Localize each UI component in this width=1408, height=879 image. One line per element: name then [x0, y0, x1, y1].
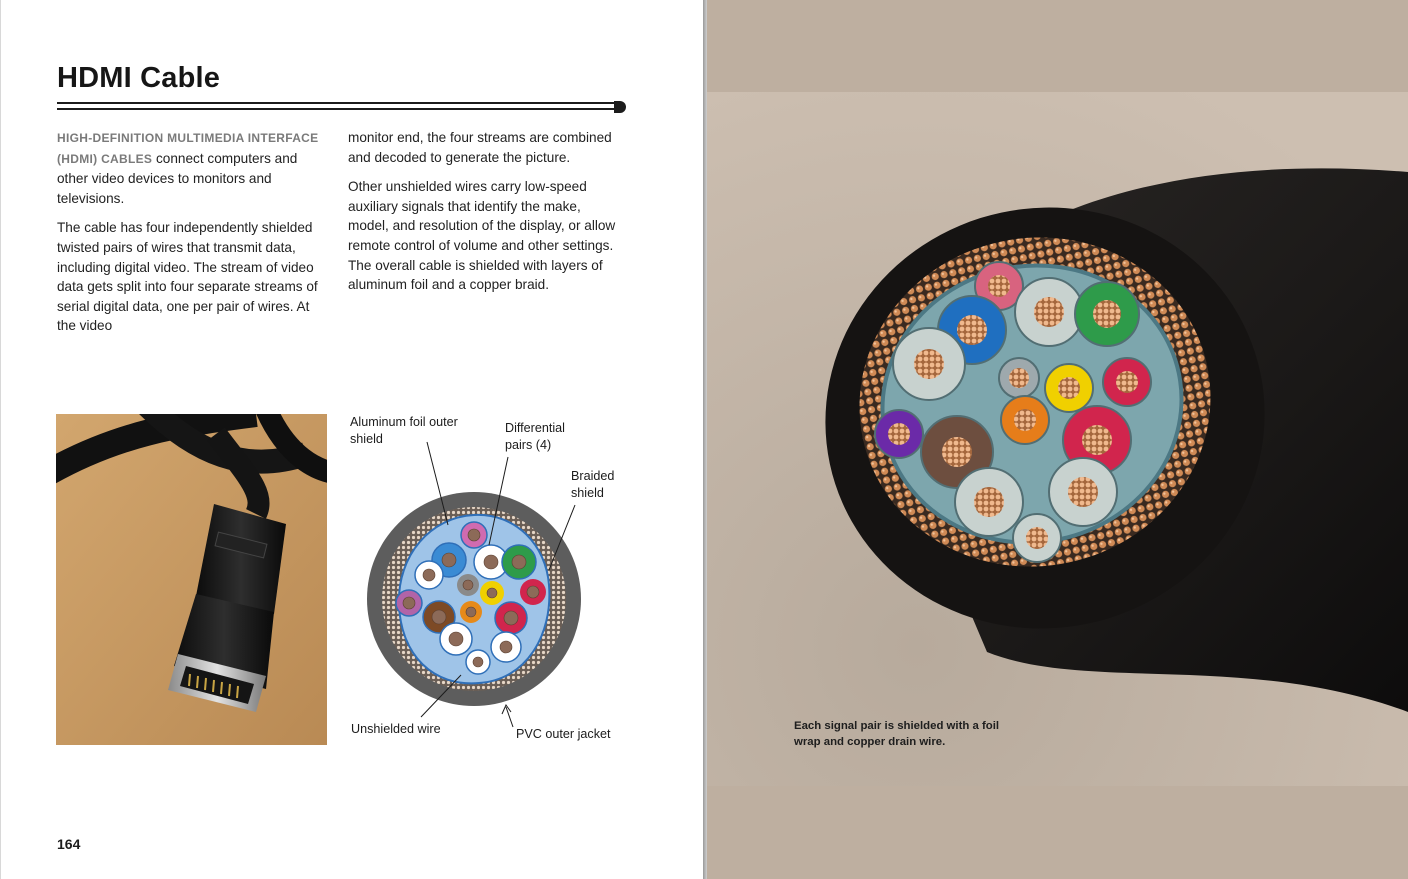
hdmi-connector-photo — [56, 414, 327, 745]
left-page: HDMI Cable HIGH-DEFINITION MULTIMEDIA IN… — [0, 0, 703, 879]
intro-paragraph: HIGH-DEFINITION MULTIMEDIA INTERFACE (HD… — [57, 128, 325, 208]
page-title: HDMI Cable — [57, 62, 221, 94]
label-braided-shield: Braided shield — [571, 469, 615, 500]
text-column-1: HIGH-DEFINITION MULTIMEDIA INTERFACE (HD… — [57, 128, 325, 346]
label-aluminum-foil: Aluminum foil outer shield — [350, 415, 458, 446]
right-page: Each signal pair is shielded with a foil… — [707, 0, 1408, 879]
cable-cross-section-diagram: Aluminum foil outer shield Differential … — [341, 405, 631, 755]
photo-caption: Each signal pair is shielded with a foil… — [794, 720, 1000, 748]
label-pvc-jacket: PVC outer jacket — [516, 727, 611, 741]
body-paragraph: monitor end, the four streams are combin… — [348, 130, 612, 165]
title-rule — [57, 101, 626, 113]
cable-cutaway-photo — [707, 92, 1408, 786]
body-paragraph: Other unshielded wires carry low-speed a… — [348, 179, 616, 293]
label-unshielded-wire: Unshielded wire — [351, 722, 441, 736]
body-paragraph: The cable has four independently shielde… — [57, 220, 318, 334]
text-column-2: monitor end, the four streams are combin… — [348, 128, 620, 305]
page-number: 164 — [57, 836, 81, 852]
label-differential-pairs: Differential pairs (4) — [505, 421, 565, 452]
